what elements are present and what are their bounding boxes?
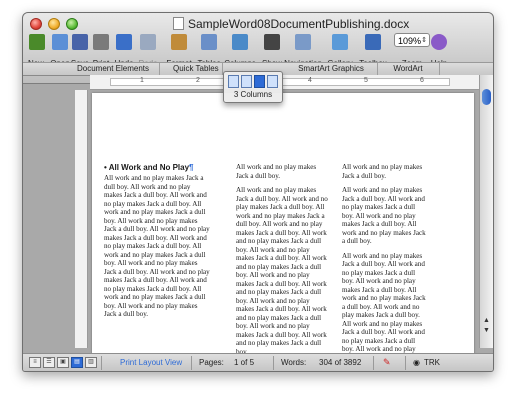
columns-option-4[interactable]	[267, 75, 278, 88]
ruler-number: 2	[196, 77, 200, 84]
scroll-down-icon[interactable]: ▼	[483, 327, 490, 334]
status-divider	[101, 356, 102, 370]
zoom-value: 109%	[398, 36, 422, 46]
tab-document-elements[interactable]: Document Elements	[67, 63, 160, 75]
tab-quick-tables[interactable]: Quick Tables	[159, 63, 223, 75]
document-page[interactable]: • All Work and No Play¶ All work and no …	[92, 93, 474, 362]
paragraph[interactable]: All work and no play makes Jack a dull b…	[236, 163, 328, 180]
spelling-status-icon[interactable]: ✎	[383, 357, 391, 368]
paragraph[interactable]: All work and no play makes Jack a dull b…	[236, 186, 328, 356]
paintbrush-icon	[171, 34, 187, 50]
paragraph[interactable]: All work and no play makes Jack a dull b…	[342, 163, 428, 180]
window-title: SampleWord08DocumentPublishing.docx	[173, 17, 409, 31]
text-column-1: • All Work and No Play¶ All work and no …	[104, 163, 210, 325]
minimize-window-button[interactable]	[48, 18, 60, 30]
draft-view-button[interactable]: ≡	[29, 357, 41, 368]
help-question-icon	[431, 34, 447, 50]
tab-smartart-graphics[interactable]: SmartArt Graphics	[285, 63, 378, 75]
track-changes-label[interactable]: TRK	[424, 358, 440, 367]
status-divider	[191, 356, 192, 370]
close-window-button[interactable]	[30, 18, 42, 30]
zoom-window-button[interactable]	[66, 18, 78, 30]
floppy-disk-icon	[72, 34, 88, 50]
notebook-view-button[interactable]: ▥	[85, 357, 97, 368]
undo-arrow-icon	[116, 34, 132, 50]
status-bar: ≡ ☰ ▣ ▤ ▥ Print Layout View Pages: 1 of …	[23, 353, 493, 371]
gallery-icon	[332, 34, 348, 50]
outline-view-button[interactable]: ☰	[43, 357, 55, 368]
zoom-select[interactable]: 109% ⇕	[394, 33, 430, 47]
words-label: Words:	[281, 358, 307, 367]
word-window: SampleWord08DocumentPublishing.docx NewO…	[22, 12, 494, 372]
ruler-number: 6	[420, 77, 424, 84]
columns-option-3[interactable]	[254, 75, 265, 88]
vertical-ruler[interactable]	[75, 90, 88, 348]
chevron-updown-icon: ⇕	[421, 37, 427, 44]
window-title-text: SampleWord08DocumentPublishing.docx	[188, 17, 410, 31]
vertical-scrollbar[interactable]: ▲ ▼	[479, 75, 493, 348]
print-layout-view-button[interactable]: ▤	[71, 357, 83, 368]
table-grid-icon	[201, 34, 217, 50]
columns-option-1[interactable]	[228, 75, 239, 88]
printer-icon	[93, 34, 109, 50]
text-column-2: All work and no play makes Jack a dull b…	[236, 163, 328, 362]
ruler-number: 1	[140, 77, 144, 84]
text-column-3: All work and no play makes Jack a dull b…	[342, 163, 428, 368]
document-icon	[173, 17, 184, 30]
columns-icon	[232, 34, 248, 50]
status-divider	[405, 356, 406, 370]
sidebar-icon	[295, 34, 311, 50]
status-divider	[373, 356, 374, 370]
columns-option-2[interactable]	[241, 75, 252, 88]
redo-arrow-icon	[140, 34, 156, 50]
status-divider	[273, 356, 274, 370]
track-changes-icon: ◉	[413, 358, 420, 367]
publishing-view-button[interactable]: ▣	[57, 357, 69, 368]
new-document-icon	[29, 34, 45, 50]
pilcrow-icon	[264, 34, 280, 50]
paragraph[interactable]: All work and no play makes Jack a dull b…	[342, 186, 428, 246]
folder-icon	[52, 34, 68, 50]
horizontal-ruler[interactable]: 1 2 3 4 5 6	[90, 75, 479, 90]
columns-popup: 3 Columns	[223, 71, 283, 103]
document-heading[interactable]: • All Work and No Play¶	[104, 163, 210, 173]
paragraph[interactable]: All work and no play makes Jack a dull b…	[104, 174, 210, 319]
ruler-number: 4	[308, 77, 312, 84]
view-name: Print Layout View	[120, 358, 183, 367]
scroll-up-icon[interactable]: ▲	[483, 317, 490, 324]
toolbox-icon	[365, 34, 381, 50]
pages-label: Pages:	[199, 358, 224, 367]
scroll-thumb[interactable]	[482, 89, 491, 105]
tab-wordart[interactable]: WordArt	[377, 63, 440, 75]
words-value[interactable]: 304 of 3892	[319, 358, 361, 367]
pages-value[interactable]: 1 of 5	[234, 358, 254, 367]
columns-popup-label: 3 Columns	[233, 90, 273, 99]
ruler-number: 5	[364, 77, 368, 84]
pilcrow-mark: ¶	[189, 163, 194, 172]
heading-text: All Work and No Play	[108, 163, 190, 172]
paragraph[interactable]: All work and no play makes Jack a dull b…	[342, 252, 428, 363]
